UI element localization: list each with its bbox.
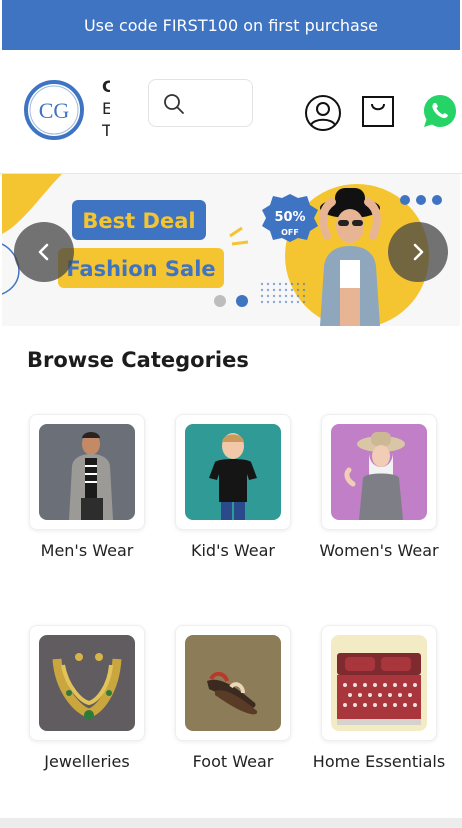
- category-card[interactable]: [175, 625, 291, 741]
- category-card[interactable]: [29, 414, 145, 530]
- search-icon: [164, 94, 184, 114]
- category-label: Foot Wear: [192, 752, 274, 771]
- category-label: Men's Wear: [40, 541, 134, 560]
- banner-badge-off: OFF: [281, 228, 299, 237]
- category-card[interactable]: [175, 414, 291, 530]
- brand-line-2: E: [102, 99, 110, 118]
- promo-text: Use code FIRST100 on first purchase: [83, 15, 379, 35]
- foot-wear-image: [185, 635, 281, 731]
- category-card[interactable]: [321, 625, 437, 741]
- cart-bag-icon[interactable]: [361, 94, 395, 128]
- home-essentials-image: [331, 635, 427, 731]
- brand-line-3: T: [102, 121, 110, 140]
- category-card[interactable]: [321, 414, 437, 530]
- category-label: Jewelleries: [44, 752, 130, 771]
- chevron-right-icon: [413, 243, 424, 261]
- category-label: Women's Wear: [319, 541, 439, 560]
- brand-name-clipped: C E T: [102, 76, 110, 152]
- kids-wear-image: [185, 424, 281, 520]
- banner-badge-percent: 50%: [274, 210, 305, 225]
- whatsapp-icon[interactable]: [422, 93, 458, 129]
- bottom-bar: [0, 818, 462, 828]
- banner-dot-1[interactable]: [214, 295, 226, 307]
- mens-wear-image: [39, 424, 135, 520]
- banner-prev-button[interactable]: [14, 222, 74, 282]
- category-label: Kid's Wear: [190, 541, 276, 560]
- promo-bar: Use code FIRST100 on first purchase: [2, 0, 460, 50]
- womens-wear-image: [331, 424, 427, 520]
- logo-text: CG: [39, 98, 70, 123]
- search-input[interactable]: [148, 79, 253, 127]
- category-card[interactable]: [29, 625, 145, 741]
- chevron-left-icon: [38, 243, 49, 261]
- account-icon[interactable]: [304, 94, 342, 132]
- category-label: Home Essentials: [312, 752, 446, 771]
- jewelleries-image: [39, 635, 135, 731]
- banner-next-button[interactable]: [388, 222, 448, 282]
- brand-logo[interactable]: CG: [23, 79, 85, 141]
- banner-headline-2: Fashion Sale: [66, 257, 215, 281]
- model-figure: [319, 188, 381, 326]
- section-title: Browse Categories: [27, 348, 249, 372]
- banner-headline-1: Best Deal: [82, 209, 195, 233]
- brand-line-1: C: [102, 77, 110, 96]
- banner-dot-2-active[interactable]: [236, 295, 248, 307]
